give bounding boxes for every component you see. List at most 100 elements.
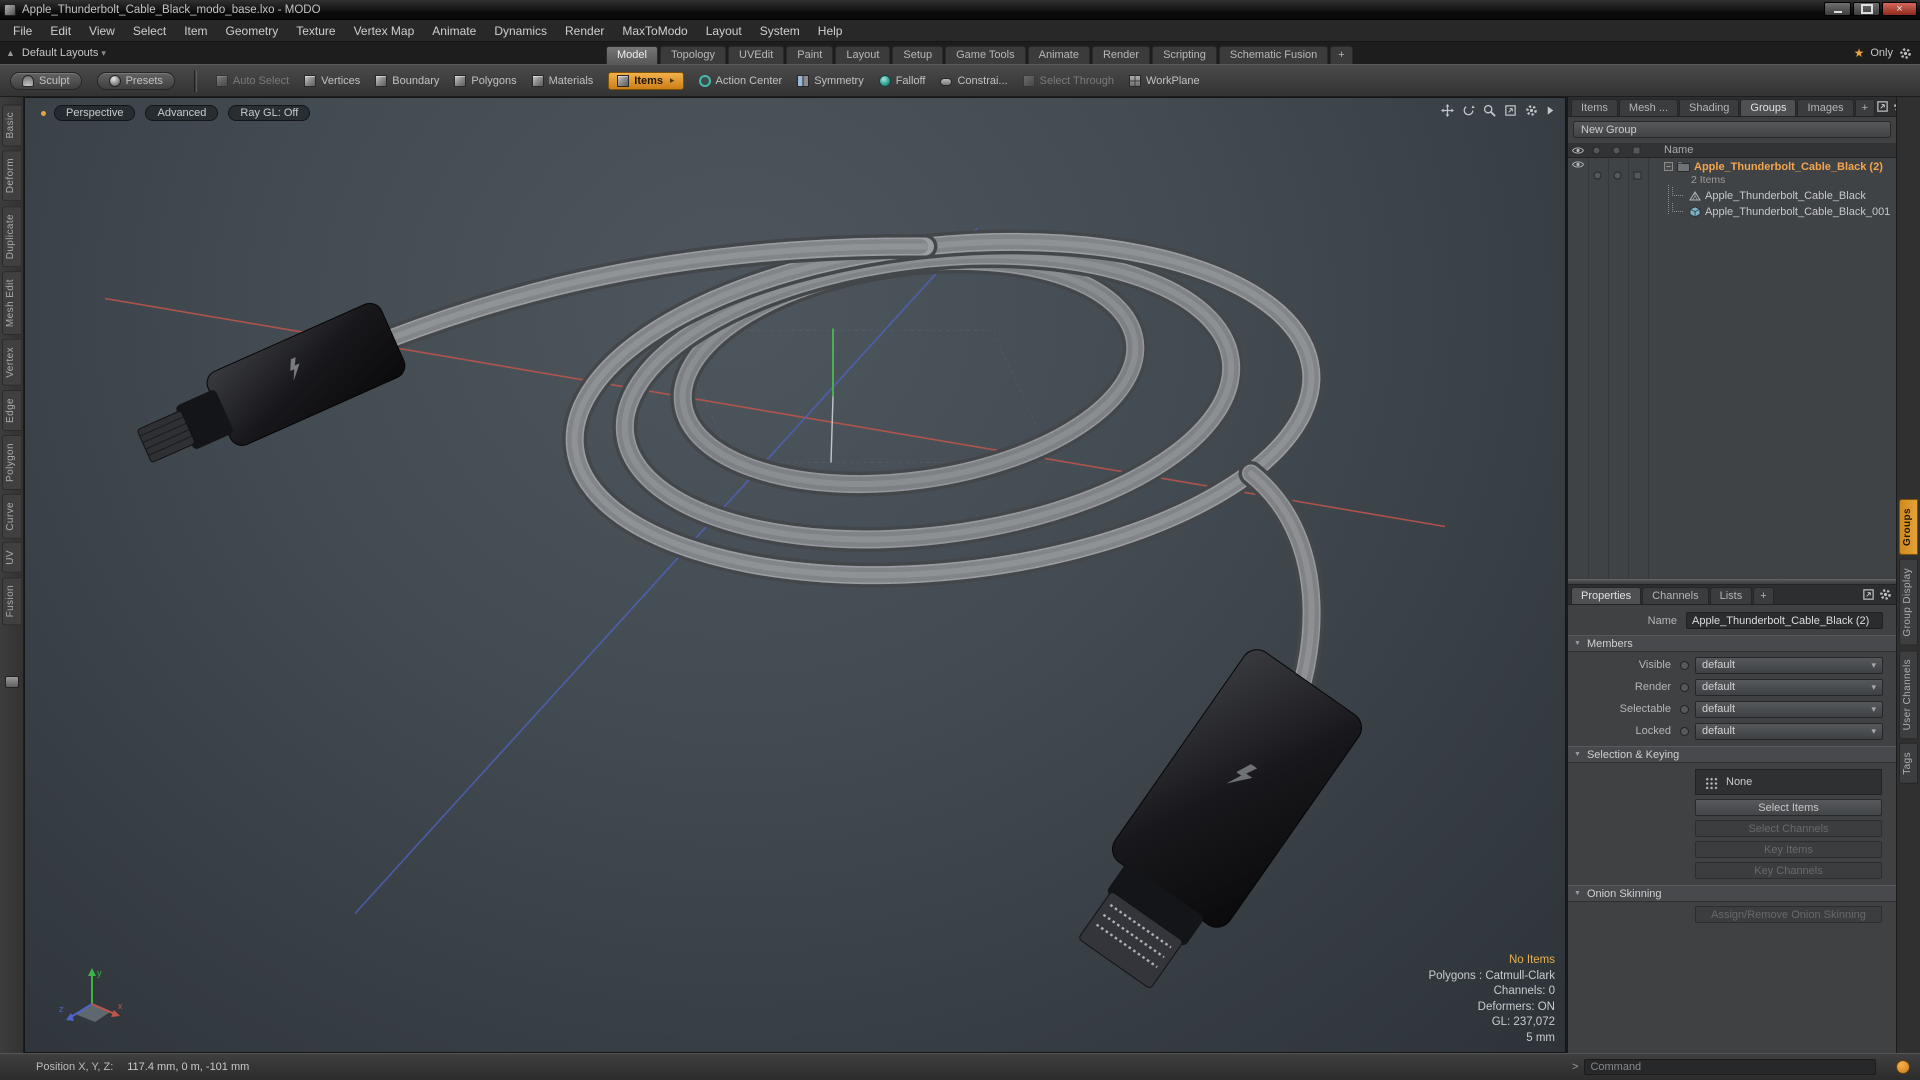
- favorite-star-icon[interactable]: ★: [1854, 46, 1865, 60]
- settings-gear-icon[interactable]: [1899, 47, 1912, 60]
- panel-tab-mesh[interactable]: Mesh ...: [1618, 99, 1679, 116]
- layout-up-icon[interactable]: ▲: [6, 48, 15, 58]
- items-button[interactable]: Items ▸: [608, 71, 684, 90]
- presets-button[interactable]: Presets: [96, 71, 175, 90]
- toolbox-tab-edge[interactable]: Edge: [2, 389, 21, 431]
- minimize-button[interactable]: [1824, 2, 1851, 16]
- layout-tab-schematic-fusion[interactable]: Schematic Fusion: [1218, 46, 1329, 64]
- layout-tab-model[interactable]: Model: [606, 46, 658, 64]
- default-layouts-dropdown[interactable]: Default Layouts ▾: [22, 47, 106, 59]
- layout-tab-topology[interactable]: Topology: [659, 46, 727, 64]
- menu-edit[interactable]: Edit: [41, 20, 80, 42]
- toolbox-tab-basic[interactable]: Basic: [2, 104, 21, 147]
- group-name-input[interactable]: [1686, 612, 1883, 629]
- select-through-button[interactable]: Select Through: [1022, 74, 1114, 87]
- locked-select[interactable]: default ▾: [1695, 722, 1883, 740]
- panel-tab-lists[interactable]: Lists: [1709, 587, 1753, 604]
- members-section-header[interactable]: ▼ Members: [1568, 635, 1896, 652]
- menu-select[interactable]: Select: [124, 20, 175, 42]
- polygons-button[interactable]: Polygons: [454, 74, 517, 87]
- expand-arrow-icon[interactable]: [1546, 105, 1555, 116]
- tree-row-apple-thunderbolt-cable-black-2[interactable]: − Apple_Thunderbolt_Cable_Black (2) 2 Item…: [1568, 158, 1896, 187]
- auto-select-button[interactable]: Auto Select: [215, 74, 289, 87]
- maximize-icon[interactable]: [1862, 588, 1875, 601]
- gear-icon[interactable]: [1879, 588, 1892, 601]
- menu-layout[interactable]: Layout: [697, 20, 751, 42]
- side-tab-tags[interactable]: Tags: [1899, 742, 1918, 784]
- layout-tab-render[interactable]: Render: [1091, 46, 1151, 64]
- materials-button[interactable]: Materials: [531, 74, 593, 87]
- menu-maxtomodo[interactable]: MaxToModo: [613, 20, 696, 42]
- lock-toggle-icon[interactable]: [1633, 171, 1642, 183]
- layout-tab-game-tools[interactable]: Game Tools: [945, 46, 1026, 64]
- viewport-3d[interactable]: Perspective Advanced Ray GL: Off No Items …: [24, 97, 1566, 1053]
- visible-select[interactable]: default ▾: [1695, 656, 1883, 674]
- menu-animate[interactable]: Animate: [423, 20, 485, 42]
- menu-view[interactable]: View: [80, 20, 124, 42]
- layout-tab-animate[interactable]: Animate: [1027, 46, 1090, 64]
- layout-tab-scripting[interactable]: Scripting: [1152, 46, 1217, 64]
- menu-help[interactable]: Help: [809, 20, 852, 42]
- menu-texture[interactable]: Texture: [287, 20, 344, 42]
- side-tab-group-display[interactable]: Group Display: [1899, 558, 1918, 646]
- vertices-button[interactable]: Vertices: [304, 74, 360, 87]
- assign-remove-onion-skinning-button[interactable]: Assign/Remove Onion Skinning: [1695, 906, 1882, 923]
- render-default-toggle[interactable]: [1680, 682, 1689, 692]
- selectable-default-toggle[interactable]: [1680, 704, 1689, 714]
- command-input[interactable]: [1584, 1059, 1876, 1075]
- toolbox-tab-mesh-edit[interactable]: Mesh Edit: [2, 270, 21, 336]
- pan-icon[interactable]: [1441, 104, 1454, 117]
- add-layout-tab-button[interactable]: +: [1330, 46, 1353, 64]
- layout-tab-layout[interactable]: Layout: [835, 46, 891, 64]
- onion-skinning-section-header[interactable]: ▼ Onion Skinning: [1568, 885, 1896, 902]
- toolbox-tab-duplicate[interactable]: Duplicate: [2, 205, 21, 267]
- action-center-button[interactable]: Action Center: [698, 74, 782, 87]
- tree-row-apple-thunderbolt-cable-black[interactable]: Apple_Thunderbolt_Cable_Black: [1568, 187, 1896, 203]
- layout-tab-setup[interactable]: Setup: [892, 46, 944, 64]
- new-group-button[interactable]: New Group: [1573, 121, 1891, 138]
- menu-item[interactable]: Item: [175, 20, 216, 42]
- side-tab-groups[interactable]: Groups: [1899, 499, 1918, 555]
- key-items-button[interactable]: Key Items: [1695, 841, 1882, 858]
- add-panel-tab-button[interactable]: +: [1753, 587, 1774, 604]
- zoom-icon[interactable]: [1483, 104, 1496, 117]
- panel-tab-groups[interactable]: Groups: [1740, 99, 1797, 116]
- lock-toggle-icon[interactable]: [1632, 146, 1641, 158]
- boundary-button[interactable]: Boundary: [375, 74, 439, 87]
- menu-vertex-map[interactable]: Vertex Map: [345, 20, 424, 42]
- keying-mode-field[interactable]: None: [1695, 769, 1882, 795]
- layout-tab-uvedit[interactable]: UVEdit: [728, 46, 785, 64]
- panel-tab-channels[interactable]: Channels: [1642, 587, 1709, 604]
- orbit-icon[interactable]: [1462, 104, 1475, 117]
- panel-tab-properties[interactable]: Properties: [1571, 587, 1642, 604]
- toolbox-tab-deform[interactable]: Deform: [2, 150, 21, 202]
- panel-tab-shading[interactable]: Shading: [1679, 99, 1740, 116]
- locked-default-toggle[interactable]: [1680, 726, 1689, 736]
- visible-default-toggle[interactable]: [1680, 660, 1689, 670]
- toolbox-tab-polygon[interactable]: Polygon: [2, 434, 21, 490]
- visibility-eye-icon[interactable]: [1571, 160, 1585, 172]
- toolbox-tab-vertex[interactable]: Vertex: [2, 339, 21, 386]
- sculpt-button[interactable]: Sculpt: [10, 71, 82, 90]
- add-panel-tab-button[interactable]: +: [1854, 99, 1875, 116]
- toolbox-tab-fusion[interactable]: Fusion: [2, 577, 21, 626]
- advanced-button[interactable]: Advanced: [145, 105, 219, 121]
- selection-keying-section-header[interactable]: ▼ Selection & Keying: [1568, 746, 1896, 763]
- mini-palette-icon[interactable]: [4, 675, 19, 688]
- render-toggle-icon[interactable]: [1593, 171, 1602, 183]
- maximize-icon[interactable]: [1876, 100, 1889, 113]
- side-tab-user-channels[interactable]: User Channels: [1899, 649, 1918, 739]
- render-toggle-icon[interactable]: [1592, 146, 1601, 158]
- selectable-select[interactable]: default ▾: [1695, 700, 1883, 718]
- collapse-expander[interactable]: −: [1664, 162, 1673, 171]
- constrai-button[interactable]: Constrai...: [940, 75, 1008, 87]
- toolbox-tab-curve[interactable]: Curve: [2, 493, 21, 539]
- menu-file[interactable]: File: [4, 20, 41, 42]
- key-channels-button[interactable]: Key Channels: [1695, 862, 1882, 879]
- animate-toggle-icon[interactable]: [1612, 146, 1621, 158]
- falloff-button[interactable]: Falloff: [878, 74, 925, 87]
- menu-render[interactable]: Render: [556, 20, 613, 42]
- select-items-button[interactable]: Select Items: [1695, 799, 1882, 816]
- render-select[interactable]: default ▾: [1695, 678, 1883, 696]
- ray-gl-off-button[interactable]: Ray GL: Off: [228, 105, 311, 121]
